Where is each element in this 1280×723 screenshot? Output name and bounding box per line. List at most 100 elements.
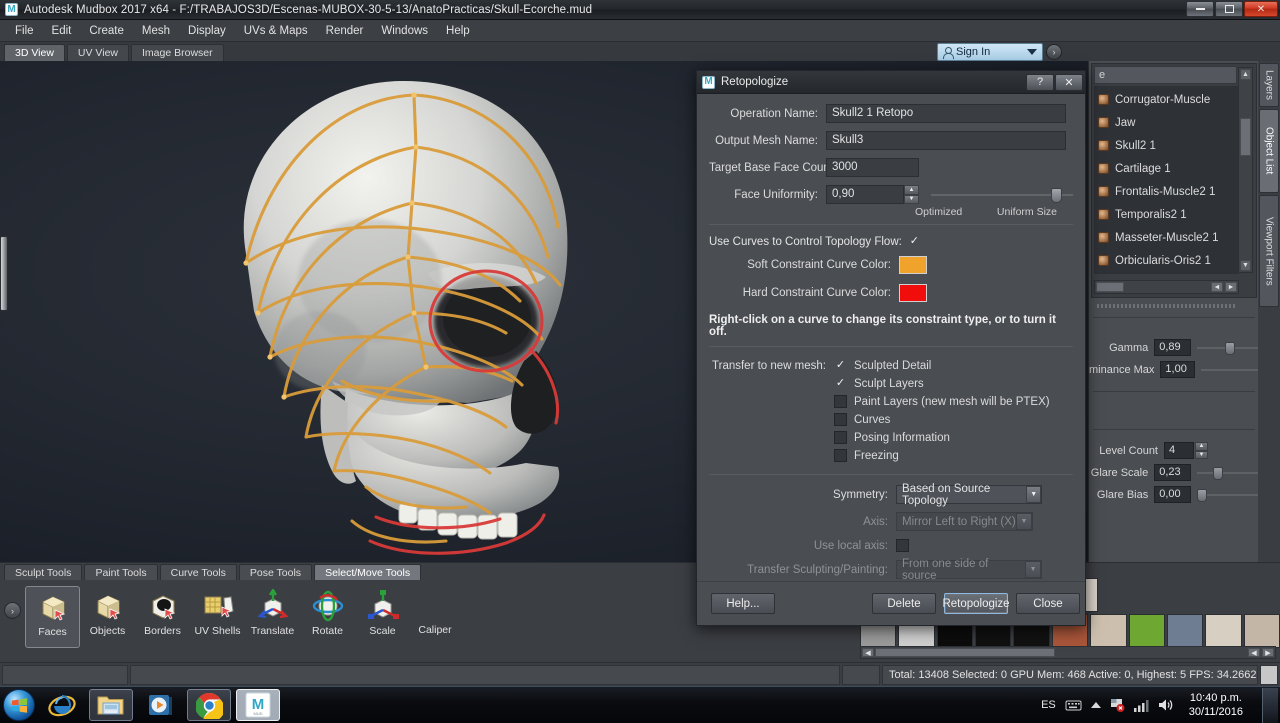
show-desktop-button[interactable] — [1262, 687, 1278, 723]
scroll-left-icon[interactable]: ◀ — [862, 648, 874, 657]
slider-knob[interactable] — [1051, 187, 1062, 203]
collapse-toggle-icon[interactable]: › — [4, 602, 21, 619]
list-item[interactable]: Frontalis-Muscle2 1 — [1094, 180, 1239, 203]
glare-scale-field[interactable]: 0,23 — [1154, 464, 1192, 481]
tab-sculpt-tools[interactable]: Sculpt Tools — [4, 564, 83, 580]
level-count-stepper[interactable]: ▲ ▼ — [1195, 442, 1208, 459]
slider-knob[interactable] — [1197, 488, 1208, 502]
transfer-option-curves[interactable]: Curves — [834, 411, 1073, 428]
texture-swatch[interactable] — [1090, 614, 1127, 648]
checkbox-icon[interactable] — [834, 413, 847, 426]
scroll-left-icon-2[interactable]: ◀ — [1248, 648, 1260, 657]
tool-faces[interactable]: Faces — [25, 586, 80, 648]
hard-constraint-color-swatch[interactable] — [899, 284, 927, 302]
list-item[interactable]: Masseter-Muscle2 1 — [1094, 226, 1239, 249]
transfer-option-paint-layers[interactable]: Paint Layers (new mesh will be PTEX) — [834, 393, 1073, 410]
scroll-right-icon[interactable]: ▶ — [1262, 648, 1274, 657]
chevron-down-icon[interactable]: ▼ — [1026, 486, 1041, 503]
close-button[interactable]: Close — [1016, 593, 1080, 614]
sidetab-layers[interactable]: Layers — [1259, 63, 1279, 107]
keyboard-icon[interactable] — [1065, 699, 1082, 711]
tool-uv-shells[interactable]: UV Shells — [190, 586, 245, 648]
scrollbar-thumb[interactable] — [875, 648, 1055, 657]
flag-icon[interactable] — [1110, 698, 1125, 712]
scroll-left-icon[interactable]: ◄ — [1211, 282, 1223, 292]
scrollbar-thumb[interactable] — [1240, 118, 1251, 156]
object-list-name-field[interactable]: e — [1094, 66, 1237, 84]
face-uniformity-stepper[interactable]: ▲ ▼ — [904, 185, 919, 204]
list-item[interactable]: Corrugator-Muscle — [1094, 88, 1239, 111]
chevron-up-icon[interactable] — [1090, 702, 1101, 708]
list-item[interactable]: Cartilage 1 — [1094, 157, 1239, 180]
file-explorer-icon[interactable] — [89, 689, 133, 721]
object-list-items[interactable]: Corrugator-Muscle Jaw Skull2 1 Cartilage… — [1094, 86, 1239, 274]
minimize-button[interactable] — [1186, 1, 1214, 17]
menu-help[interactable]: Help — [437, 23, 479, 39]
list-item[interactable]: Jaw — [1094, 111, 1239, 134]
sidetab-viewport-filters[interactable]: Viewport Filters — [1259, 195, 1279, 307]
glare-bias-slider[interactable] — [1197, 488, 1270, 502]
transfer-option-sculpt-layers[interactable]: ✓ Sculpt Layers — [834, 375, 1073, 392]
luminance-max-slider[interactable] — [1201, 363, 1274, 377]
network-signal-icon[interactable] — [1133, 699, 1149, 712]
face-uniformity-input[interactable]: 0,90 — [826, 185, 904, 204]
scroll-down-icon[interactable]: ▼ — [1240, 260, 1251, 271]
tab-curve-tools[interactable]: Curve Tools — [159, 564, 237, 580]
dialog-close-button[interactable]: ✕ — [1055, 73, 1083, 91]
transfer-checkbox-sculpted-detail[interactable]: ✓ — [834, 359, 847, 372]
checkbox-icon[interactable] — [834, 395, 847, 408]
scroll-up-icon[interactable]: ▲ — [1240, 69, 1251, 80]
checkbox-icon[interactable] — [834, 431, 847, 444]
tab-3d-view[interactable]: 3D View — [4, 44, 65, 61]
media-player-icon[interactable] — [138, 689, 182, 721]
tool-rotate[interactable]: Rotate — [300, 586, 355, 648]
tool-borders[interactable]: Borders — [135, 586, 190, 648]
texture-swatch[interactable] — [1166, 614, 1204, 648]
operation-name-input[interactable]: Skull2 1 Retopo — [826, 104, 1066, 123]
tool-objects[interactable]: Objects — [80, 586, 135, 648]
checkbox-icon[interactable] — [834, 449, 847, 462]
language-indicator[interactable]: ES — [1041, 699, 1056, 711]
scroll-right-icon[interactable]: ► — [1225, 282, 1237, 292]
tool-scale[interactable]: Scale — [355, 586, 410, 648]
use-curves-checkbox[interactable]: ✓ — [908, 235, 921, 248]
retopologize-button[interactable]: Retopologize — [942, 593, 1010, 614]
glare-scale-slider[interactable] — [1197, 466, 1270, 480]
sign-in-button[interactable]: Sign In — [937, 43, 1043, 61]
face-uniformity-slider[interactable] — [931, 187, 1073, 203]
list-item[interactable]: Orbicularis-Oris2 1 — [1094, 249, 1239, 272]
stepper-up-icon[interactable]: ▲ — [904, 185, 919, 195]
menu-edit[interactable]: Edit — [43, 23, 81, 39]
dialog-help-button[interactable]: ? — [1026, 73, 1054, 91]
mudbox-icon[interactable]: M MUD — [236, 689, 280, 721]
taskbar-clock[interactable]: 10:40 p.m. 30/11/2016 — [1183, 691, 1249, 719]
chrome-icon[interactable] — [187, 689, 231, 721]
output-mesh-name-input[interactable]: Skull3 — [826, 131, 1066, 150]
menu-file[interactable]: File — [6, 23, 43, 39]
texture-swatch[interactable] — [1243, 614, 1280, 648]
menu-mesh[interactable]: Mesh — [133, 23, 179, 39]
stepper-down-icon[interactable]: ▼ — [904, 194, 919, 204]
help-circle-icon[interactable]: › — [1046, 44, 1062, 60]
glare-bias-field[interactable]: 0,00 — [1154, 486, 1192, 503]
tab-paint-tools[interactable]: Paint Tools — [84, 564, 158, 580]
left-panel-handle[interactable] — [0, 236, 8, 311]
list-item[interactable]: Skull2 1 — [1094, 134, 1239, 157]
close-button[interactable]: ✕ — [1244, 1, 1278, 17]
scrollbar-thumb[interactable] — [1096, 282, 1124, 292]
texture-swatch[interactable] — [1128, 614, 1165, 648]
menu-render[interactable]: Render — [317, 23, 373, 39]
luminance-max-field[interactable]: 1,00 — [1160, 361, 1196, 378]
object-list-vertical-scrollbar[interactable]: ▲ ▼ — [1238, 67, 1253, 273]
list-item[interactable]: Temporalis2 1 — [1094, 203, 1239, 226]
checkbox-checked-icon[interactable]: ✓ — [834, 377, 847, 390]
tray-horizontal-scrollbar[interactable]: ◀ ◀ ▶ — [860, 646, 1276, 659]
menu-windows[interactable]: Windows — [372, 23, 437, 39]
tool-translate[interactable]: Translate — [245, 586, 300, 648]
delete-button[interactable]: Delete — [872, 593, 936, 614]
level-count-field[interactable]: 4 — [1164, 442, 1194, 459]
tab-select-move-tools[interactable]: Select/Move Tools — [314, 564, 422, 580]
menu-display[interactable]: Display — [179, 23, 235, 39]
tab-pose-tools[interactable]: Pose Tools — [238, 564, 313, 580]
menu-uvs-maps[interactable]: UVs & Maps — [235, 23, 317, 39]
